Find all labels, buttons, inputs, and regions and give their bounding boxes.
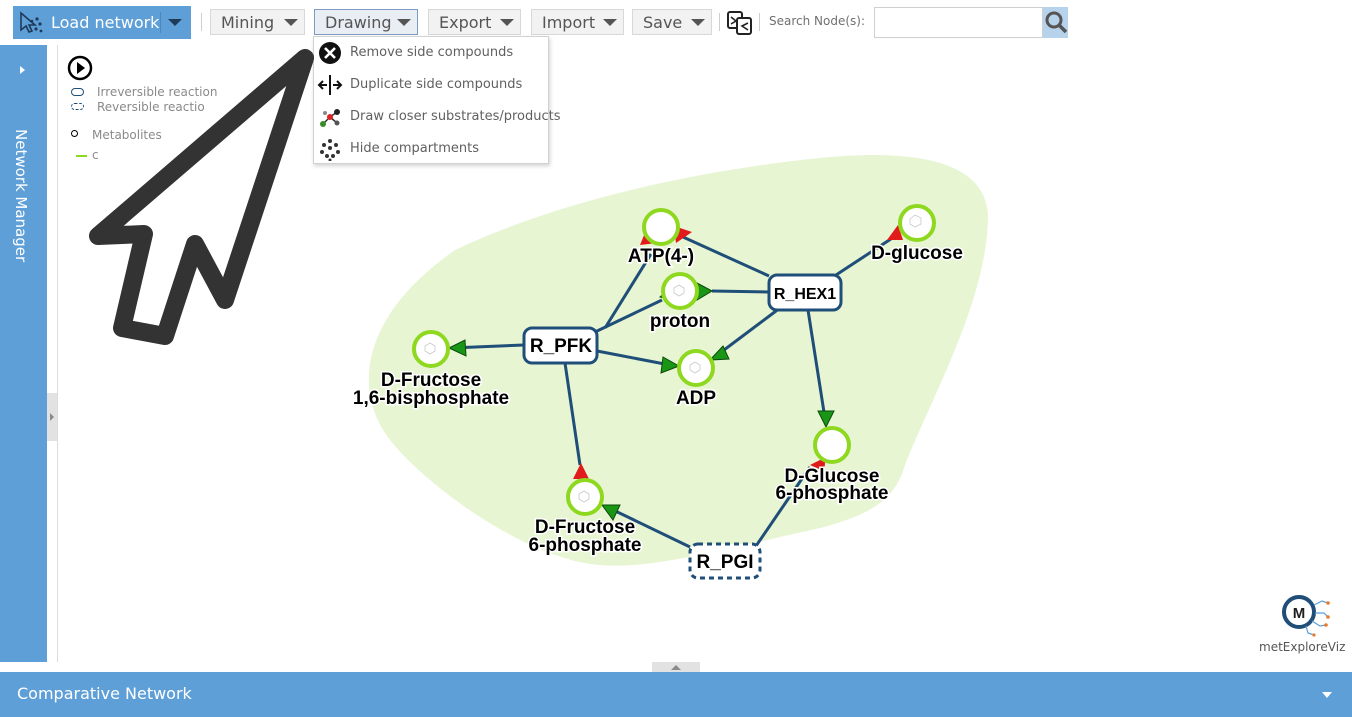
metabolite-node-atp[interactable] [642,208,680,246]
metabolite-node-g6p[interactable] [813,426,851,464]
remove-circle-icon [319,42,341,64]
metabolite-label-g6p-line2: 6-phosphate [776,483,889,504]
compartment-dots-icon [320,139,340,161]
metabolite-node-dglucose[interactable] [898,204,936,242]
comparative-network-panel[interactable]: Comparative Network [0,672,1352,717]
chevron-up-icon [671,665,681,670]
menu-item-remove-side-compounds[interactable]: Remove side compounds [314,37,548,69]
metabolite-label-dglucose: D-glucose [871,243,963,264]
chevron-down-icon[interactable] [1322,692,1332,698]
metabolite-label-proton: proton [650,311,710,332]
menu-item-label: Duplicate side compounds [350,77,523,92]
compartment-c [368,155,989,566]
menu-item-draw-closer[interactable]: Draw closer substrates/products [314,101,561,133]
menu-item-hide-compartments[interactable]: Hide compartments [314,133,548,165]
reaction-label-hex1: R_HEX1 [774,286,836,303]
molecule-icon [320,109,340,127]
comparative-network-title: Comparative Network [17,684,192,703]
logo-text: metExploreViz [1259,640,1346,654]
metexploreviz-logo: M [1282,595,1330,637]
mouse-cursor-icon [89,49,314,345]
reaction-label-pfk: R_PFK [530,336,593,357]
drawing-dropdown-menu: Remove side compounds Duplicate side com… [313,36,561,165]
menu-item-label: Hide compartments [350,141,479,156]
menu-item-duplicate-side-compounds[interactable]: Duplicate side compounds [314,69,548,101]
duplicate-arrows-icon [317,75,343,95]
menu-item-label: Remove side compounds [350,45,514,60]
metabolite-label-f6p-line2: 6-phosphate [529,535,642,556]
metabolite-label-adp: ADP [676,388,716,409]
metabolite-node-fbp[interactable] [412,330,450,368]
svg-text:M: M [1293,605,1306,622]
expand-handle[interactable] [652,662,700,672]
metabolite-label-atp: ATP(4-) [628,246,694,267]
metabolite-node-proton[interactable] [661,272,699,310]
metabolite-label-fbp-line2: 1,6-bisphosphate [353,388,509,409]
reaction-label-pgi: R_PGI [696,552,753,573]
menu-item-label: Draw closer substrates/products [350,109,561,124]
metabolite-node-adp[interactable] [677,349,715,387]
metabolite-node-f6p[interactable] [566,478,604,516]
edge [711,289,770,294]
